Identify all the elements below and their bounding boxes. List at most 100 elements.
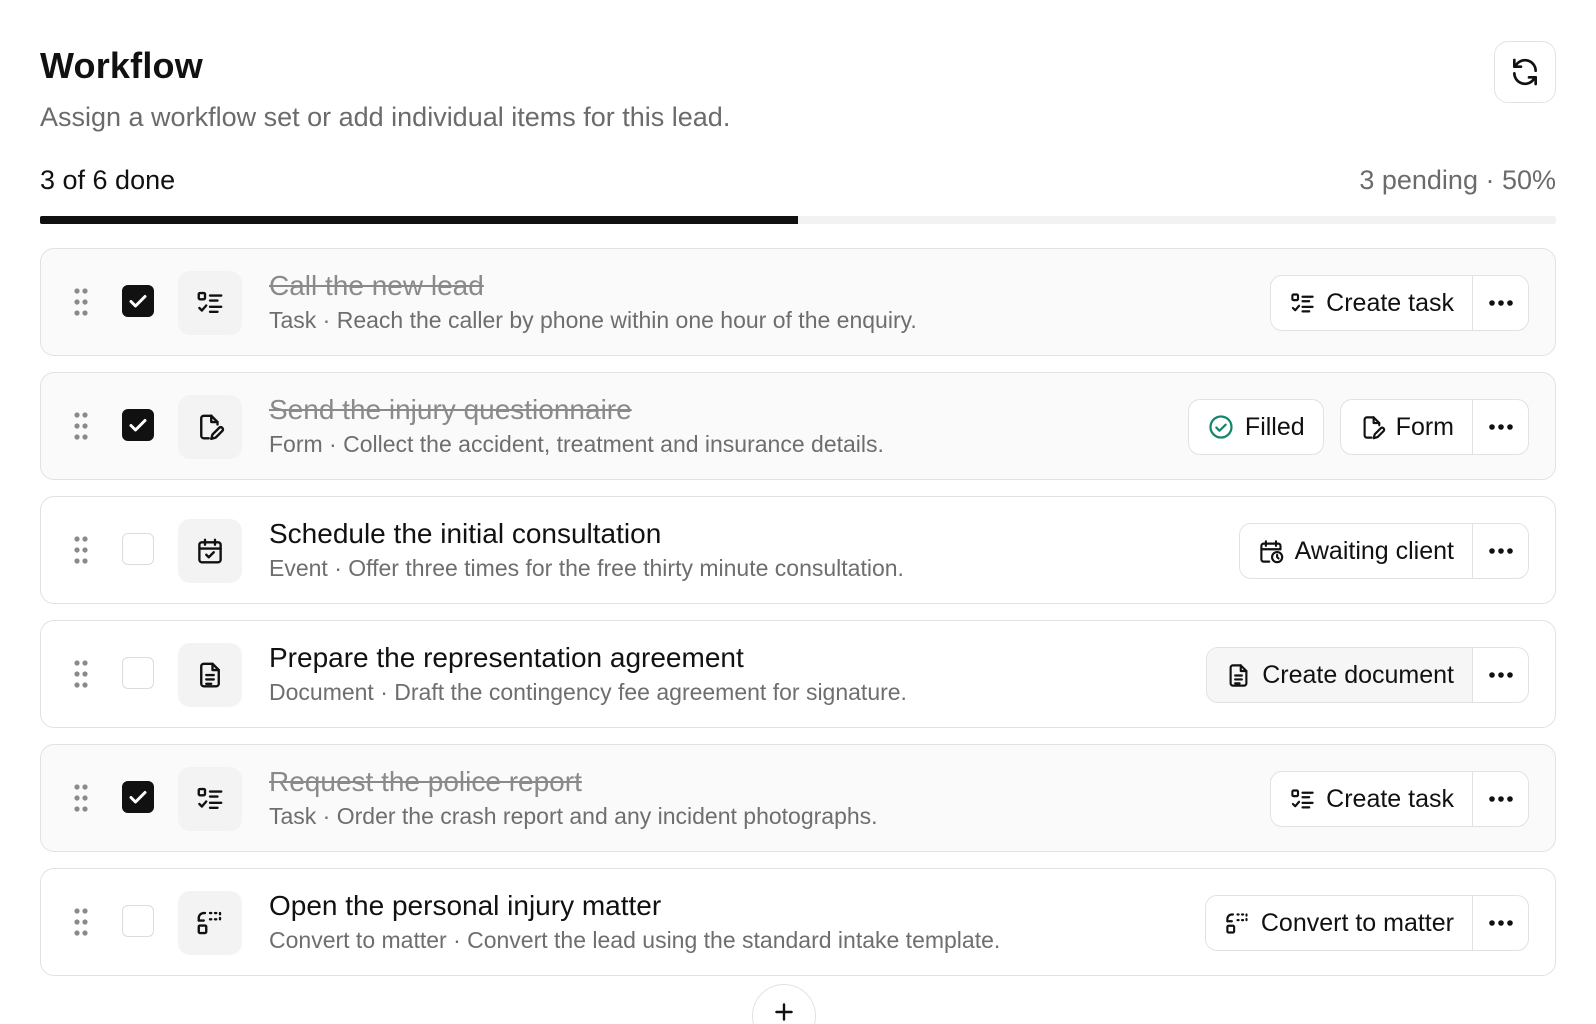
item-text: Send the injury questionnaire Form · Coll… [269, 393, 884, 459]
item-checkbox[interactable] [122, 285, 154, 317]
item-description: Event · Offer three times for the free t… [269, 555, 904, 581]
item-action-button[interactable]: Create task [1271, 276, 1472, 330]
workflow-item: Send the injury questionnaire Form · Coll… [40, 372, 1556, 480]
item-type-icon [178, 643, 242, 707]
more-options-icon [1488, 672, 1513, 678]
item-text: Prepare the representation agreement Docu… [269, 641, 907, 707]
item-type-icon [178, 271, 242, 335]
item-action-button[interactable]: Create task [1271, 772, 1472, 826]
drag-handle-icon[interactable] [73, 659, 89, 689]
task-list-icon [1291, 788, 1314, 808]
item-actions: Create task [1270, 771, 1529, 827]
drag-handle-icon[interactable] [73, 535, 89, 565]
pending-count: 3 pending · 50% [1359, 165, 1556, 195]
item-text: Request the police report Task · Order th… [269, 765, 878, 831]
item-action-button[interactable]: Convert to matter [1206, 896, 1472, 950]
action-button-group: Awaiting client [1238, 523, 1529, 579]
item-actions: Filled Form [1187, 399, 1529, 455]
drag-handle-icon[interactable] [73, 783, 89, 813]
action-button-group: Create document [1206, 647, 1529, 703]
more-options-button[interactable] [1472, 648, 1528, 702]
workflow-item: Request the police report Task · Order th… [40, 744, 1556, 852]
more-options-icon [1488, 548, 1513, 554]
status-label: Filled [1244, 412, 1305, 441]
item-checkbox[interactable] [122, 409, 154, 441]
form-edit-icon [200, 414, 225, 441]
action-button-group: Form [1339, 399, 1529, 455]
convert-icon [197, 911, 222, 935]
workflow-item: Open the personal injury matter Convert t… [40, 868, 1556, 976]
item-checkbox[interactable] [122, 657, 154, 689]
item-action-button[interactable]: Create document [1207, 648, 1472, 702]
page-subtitle: Assign a workflow set or add individual … [40, 102, 731, 132]
status-badge[interactable]: Filled [1187, 399, 1324, 455]
drag-handle-icon[interactable] [73, 907, 89, 937]
task-list-icon [197, 787, 223, 809]
plus-icon [775, 1003, 793, 1021]
item-description: Document · Draft the contingency fee agr… [269, 679, 907, 705]
more-options-icon [1488, 920, 1513, 926]
item-actions: Create task [1270, 275, 1529, 331]
item-description: Task · Order the crash report and any in… [269, 803, 878, 829]
more-options-icon [1488, 796, 1513, 802]
page-title: Workflow [40, 45, 203, 86]
item-text: Open the personal injury matter Convert t… [269, 889, 1000, 955]
action-button-group: Create task [1270, 771, 1529, 827]
refresh-icon [1513, 58, 1537, 86]
checkmark-icon [129, 419, 147, 432]
workflow-header: Workflow Assign a workflow set or add in… [40, 41, 1556, 144]
action-button-group: Create task [1270, 275, 1529, 331]
item-actions: Create document [1206, 647, 1529, 703]
item-text: Schedule the initial consultation Event ·… [269, 517, 904, 583]
more-options-button[interactable] [1472, 276, 1528, 330]
calendar-clock-icon [1259, 539, 1283, 563]
drag-handle-icon[interactable] [73, 411, 89, 441]
item-title: Send the injury questionnaire [269, 394, 632, 425]
more-options-icon [1488, 424, 1513, 430]
item-action-button[interactable]: Awaiting client [1240, 524, 1472, 578]
item-description: Form · Collect the accident, treatment a… [269, 431, 884, 457]
checkmark-icon [129, 791, 147, 804]
item-action-label: Awaiting client [1294, 536, 1454, 565]
item-action-label: Create task [1326, 288, 1454, 317]
item-title: Request the police report [269, 766, 582, 797]
refresh-button[interactable] [1494, 41, 1556, 103]
document-icon [1229, 663, 1248, 687]
more-options-button[interactable] [1472, 772, 1528, 826]
drag-handle-icon[interactable] [73, 287, 89, 317]
more-options-button[interactable] [1472, 524, 1528, 578]
item-description: Task · Reach the caller by phone within … [269, 307, 917, 333]
item-title: Schedule the initial consultation [269, 518, 662, 549]
task-list-icon [1291, 292, 1314, 312]
check-circle-icon [1209, 415, 1233, 439]
item-action-label: Convert to matter [1260, 908, 1454, 937]
more-options-button[interactable] [1472, 896, 1528, 950]
item-checkbox[interactable] [122, 533, 154, 565]
task-list-icon [197, 291, 223, 313]
workflow-item: Schedule the initial consultation Event ·… [40, 496, 1556, 604]
form-edit-icon [1363, 415, 1385, 439]
document-icon [200, 662, 220, 688]
done-count: 3 of 6 done [40, 165, 176, 195]
more-options-button[interactable] [1472, 400, 1528, 454]
workflow-item: Prepare the representation agreement Docu… [40, 620, 1556, 728]
item-action-button[interactable]: Form [1341, 400, 1472, 454]
item-checkbox[interactable] [122, 781, 154, 813]
more-options-icon [1488, 300, 1513, 306]
progress-bar [40, 216, 1556, 224]
workflow-item: Call the new lead Task · Reach the caller… [40, 248, 1556, 356]
item-actions: Awaiting client [1238, 523, 1529, 579]
item-title: Open the personal injury matter [269, 890, 662, 921]
item-type-icon [178, 767, 242, 831]
item-title: Prepare the representation agreement [269, 642, 744, 673]
item-type-icon [178, 891, 242, 955]
item-type-icon [178, 519, 242, 583]
item-action-label: Create task [1326, 784, 1454, 813]
item-type-icon [178, 395, 242, 459]
item-actions: Convert to matter [1204, 895, 1529, 951]
convert-icon [1226, 912, 1248, 934]
progress-bar-fill [40, 216, 798, 224]
checkmark-icon [129, 295, 147, 308]
item-checkbox[interactable] [122, 905, 154, 937]
workflow-item-list: Call the new lead Task · Reach the caller… [40, 248, 1556, 992]
